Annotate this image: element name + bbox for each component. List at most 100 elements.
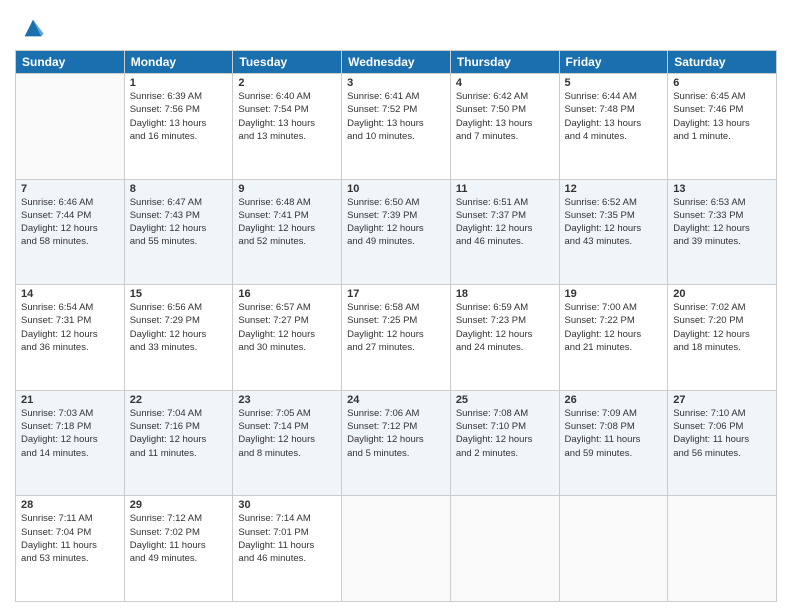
calendar-cell: 12Sunrise: 6:52 AM Sunset: 7:35 PM Dayli… (559, 179, 668, 285)
calendar-cell: 3Sunrise: 6:41 AM Sunset: 7:52 PM Daylig… (342, 74, 451, 180)
day-number: 11 (456, 183, 554, 195)
day-info: Sunrise: 6:45 AM Sunset: 7:46 PM Dayligh… (673, 90, 771, 143)
weekday-header-monday: Monday (124, 51, 233, 74)
calendar-cell: 29Sunrise: 7:12 AM Sunset: 7:02 PM Dayli… (124, 496, 233, 602)
calendar-cell (342, 496, 451, 602)
weekday-header-friday: Friday (559, 51, 668, 74)
weekday-header-thursday: Thursday (450, 51, 559, 74)
day-number: 27 (673, 394, 771, 406)
calendar-cell: 1Sunrise: 6:39 AM Sunset: 7:56 PM Daylig… (124, 74, 233, 180)
day-info: Sunrise: 6:54 AM Sunset: 7:31 PM Dayligh… (21, 301, 119, 354)
day-number: 15 (130, 288, 228, 300)
logo-icon (19, 14, 47, 42)
day-number: 7 (21, 183, 119, 195)
calendar-cell: 2Sunrise: 6:40 AM Sunset: 7:54 PM Daylig… (233, 74, 342, 180)
day-info: Sunrise: 7:05 AM Sunset: 7:14 PM Dayligh… (238, 407, 336, 460)
day-info: Sunrise: 6:47 AM Sunset: 7:43 PM Dayligh… (130, 196, 228, 249)
calendar-cell: 28Sunrise: 7:11 AM Sunset: 7:04 PM Dayli… (16, 496, 125, 602)
day-info: Sunrise: 6:39 AM Sunset: 7:56 PM Dayligh… (130, 90, 228, 143)
day-info: Sunrise: 6:46 AM Sunset: 7:44 PM Dayligh… (21, 196, 119, 249)
weekday-header-saturday: Saturday (668, 51, 777, 74)
day-number: 2 (238, 77, 336, 89)
day-number: 22 (130, 394, 228, 406)
calendar-cell (668, 496, 777, 602)
day-info: Sunrise: 7:00 AM Sunset: 7:22 PM Dayligh… (565, 301, 663, 354)
calendar-cell: 16Sunrise: 6:57 AM Sunset: 7:27 PM Dayli… (233, 285, 342, 391)
day-number: 1 (130, 77, 228, 89)
calendar-cell: 26Sunrise: 7:09 AM Sunset: 7:08 PM Dayli… (559, 390, 668, 496)
calendar-cell: 15Sunrise: 6:56 AM Sunset: 7:29 PM Dayli… (124, 285, 233, 391)
day-info: Sunrise: 7:02 AM Sunset: 7:20 PM Dayligh… (673, 301, 771, 354)
day-number: 6 (673, 77, 771, 89)
day-info: Sunrise: 7:09 AM Sunset: 7:08 PM Dayligh… (565, 407, 663, 460)
day-number: 5 (565, 77, 663, 89)
week-row-1: 1Sunrise: 6:39 AM Sunset: 7:56 PM Daylig… (16, 74, 777, 180)
day-info: Sunrise: 7:11 AM Sunset: 7:04 PM Dayligh… (21, 512, 119, 565)
calendar-cell: 9Sunrise: 6:48 AM Sunset: 7:41 PM Daylig… (233, 179, 342, 285)
day-info: Sunrise: 6:44 AM Sunset: 7:48 PM Dayligh… (565, 90, 663, 143)
day-info: Sunrise: 7:10 AM Sunset: 7:06 PM Dayligh… (673, 407, 771, 460)
calendar-table: SundayMondayTuesdayWednesdayThursdayFrid… (15, 50, 777, 602)
day-info: Sunrise: 6:58 AM Sunset: 7:25 PM Dayligh… (347, 301, 445, 354)
day-number: 24 (347, 394, 445, 406)
logo (15, 14, 47, 42)
day-info: Sunrise: 7:06 AM Sunset: 7:12 PM Dayligh… (347, 407, 445, 460)
day-number: 23 (238, 394, 336, 406)
calendar-cell: 18Sunrise: 6:59 AM Sunset: 7:23 PM Dayli… (450, 285, 559, 391)
day-info: Sunrise: 6:59 AM Sunset: 7:23 PM Dayligh… (456, 301, 554, 354)
day-number: 17 (347, 288, 445, 300)
weekday-header-wednesday: Wednesday (342, 51, 451, 74)
calendar-cell (16, 74, 125, 180)
day-number: 18 (456, 288, 554, 300)
day-number: 25 (456, 394, 554, 406)
day-number: 28 (21, 499, 119, 511)
calendar-cell: 6Sunrise: 6:45 AM Sunset: 7:46 PM Daylig… (668, 74, 777, 180)
day-info: Sunrise: 6:56 AM Sunset: 7:29 PM Dayligh… (130, 301, 228, 354)
day-number: 10 (347, 183, 445, 195)
calendar-cell: 13Sunrise: 6:53 AM Sunset: 7:33 PM Dayli… (668, 179, 777, 285)
day-info: Sunrise: 6:48 AM Sunset: 7:41 PM Dayligh… (238, 196, 336, 249)
day-info: Sunrise: 7:14 AM Sunset: 7:01 PM Dayligh… (238, 512, 336, 565)
day-number: 16 (238, 288, 336, 300)
week-row-4: 21Sunrise: 7:03 AM Sunset: 7:18 PM Dayli… (16, 390, 777, 496)
calendar-cell: 17Sunrise: 6:58 AM Sunset: 7:25 PM Dayli… (342, 285, 451, 391)
day-info: Sunrise: 6:52 AM Sunset: 7:35 PM Dayligh… (565, 196, 663, 249)
calendar-cell: 8Sunrise: 6:47 AM Sunset: 7:43 PM Daylig… (124, 179, 233, 285)
day-number: 13 (673, 183, 771, 195)
day-number: 20 (673, 288, 771, 300)
week-row-5: 28Sunrise: 7:11 AM Sunset: 7:04 PM Dayli… (16, 496, 777, 602)
week-row-2: 7Sunrise: 6:46 AM Sunset: 7:44 PM Daylig… (16, 179, 777, 285)
calendar-cell: 20Sunrise: 7:02 AM Sunset: 7:20 PM Dayli… (668, 285, 777, 391)
page: SundayMondayTuesdayWednesdayThursdayFrid… (0, 0, 792, 612)
day-number: 14 (21, 288, 119, 300)
calendar-cell (559, 496, 668, 602)
day-info: Sunrise: 6:50 AM Sunset: 7:39 PM Dayligh… (347, 196, 445, 249)
calendar-cell: 27Sunrise: 7:10 AM Sunset: 7:06 PM Dayli… (668, 390, 777, 496)
weekday-header-sunday: Sunday (16, 51, 125, 74)
day-number: 30 (238, 499, 336, 511)
day-info: Sunrise: 7:12 AM Sunset: 7:02 PM Dayligh… (130, 512, 228, 565)
day-number: 29 (130, 499, 228, 511)
day-info: Sunrise: 6:57 AM Sunset: 7:27 PM Dayligh… (238, 301, 336, 354)
calendar-cell: 23Sunrise: 7:05 AM Sunset: 7:14 PM Dayli… (233, 390, 342, 496)
calendar-cell: 22Sunrise: 7:04 AM Sunset: 7:16 PM Dayli… (124, 390, 233, 496)
day-number: 26 (565, 394, 663, 406)
calendar-cell: 5Sunrise: 6:44 AM Sunset: 7:48 PM Daylig… (559, 74, 668, 180)
calendar-cell: 10Sunrise: 6:50 AM Sunset: 7:39 PM Dayli… (342, 179, 451, 285)
calendar-cell: 25Sunrise: 7:08 AM Sunset: 7:10 PM Dayli… (450, 390, 559, 496)
calendar-cell: 4Sunrise: 6:42 AM Sunset: 7:50 PM Daylig… (450, 74, 559, 180)
day-info: Sunrise: 6:51 AM Sunset: 7:37 PM Dayligh… (456, 196, 554, 249)
calendar-cell (450, 496, 559, 602)
day-number: 19 (565, 288, 663, 300)
weekday-header-tuesday: Tuesday (233, 51, 342, 74)
day-number: 21 (21, 394, 119, 406)
day-info: Sunrise: 6:41 AM Sunset: 7:52 PM Dayligh… (347, 90, 445, 143)
day-info: Sunrise: 7:03 AM Sunset: 7:18 PM Dayligh… (21, 407, 119, 460)
day-number: 8 (130, 183, 228, 195)
calendar-cell: 7Sunrise: 6:46 AM Sunset: 7:44 PM Daylig… (16, 179, 125, 285)
calendar-cell: 30Sunrise: 7:14 AM Sunset: 7:01 PM Dayli… (233, 496, 342, 602)
day-info: Sunrise: 6:40 AM Sunset: 7:54 PM Dayligh… (238, 90, 336, 143)
week-row-3: 14Sunrise: 6:54 AM Sunset: 7:31 PM Dayli… (16, 285, 777, 391)
calendar-cell: 11Sunrise: 6:51 AM Sunset: 7:37 PM Dayli… (450, 179, 559, 285)
day-info: Sunrise: 6:42 AM Sunset: 7:50 PM Dayligh… (456, 90, 554, 143)
